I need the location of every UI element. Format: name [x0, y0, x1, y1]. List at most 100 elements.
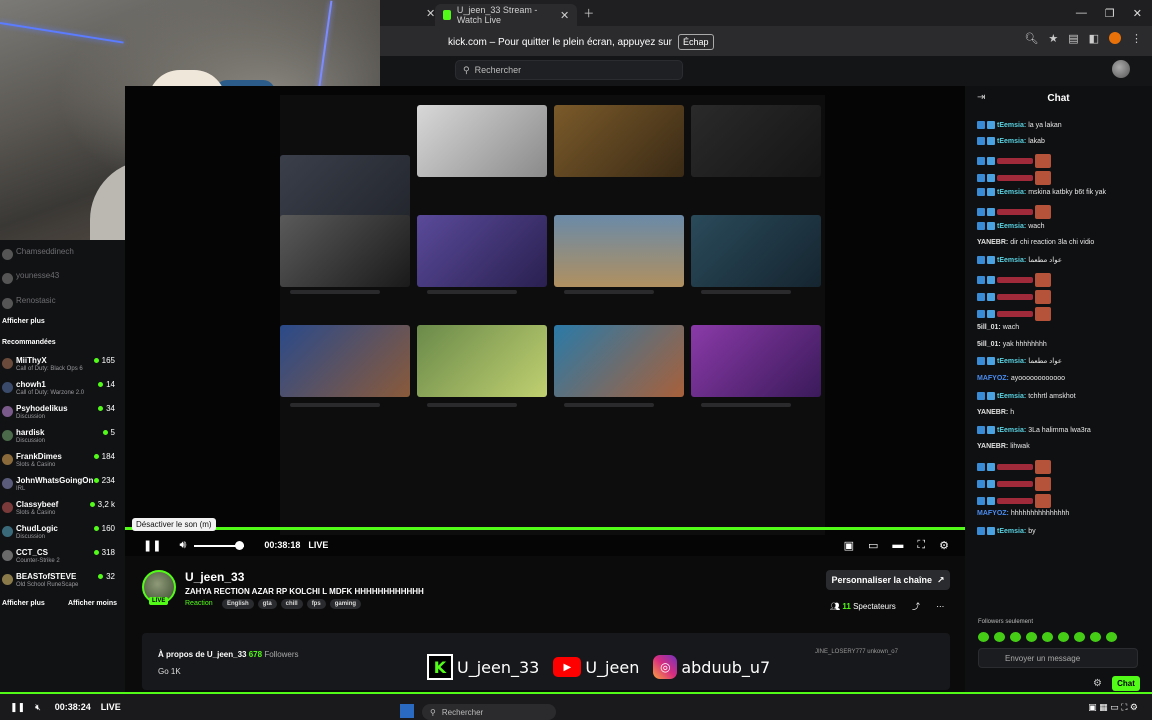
- emote-icon[interactable]: [1010, 632, 1021, 642]
- emote-icon[interactable]: [1058, 632, 1069, 642]
- taskbar-live[interactable]: LIVE: [101, 702, 121, 712]
- chat-message[interactable]: YANEBR: dir chi reaction 3la chi vidio: [977, 239, 1094, 246]
- mute-icon[interactable]: 🔇︎: [35, 702, 41, 713]
- customize-channel-button[interactable]: Personnaliser la chaîne ↗: [826, 570, 950, 590]
- chat-emote-message[interactable]: [977, 290, 1051, 304]
- chat-username[interactable]: tEemsia:: [997, 257, 1026, 264]
- close-icon[interactable]: ✕: [560, 9, 569, 22]
- sidebar-followed-item[interactable]: younesse43: [2, 269, 123, 291]
- browser-tab-active[interactable]: U_jeen_33 Stream - Watch Live ✕: [435, 4, 578, 26]
- chat-username[interactable]: tEemsia:: [997, 138, 1026, 145]
- new-tab-icon[interactable]: ＋: [583, 5, 594, 21]
- sidebar-recommended-item[interactable]: hardisk Discussion 5: [2, 426, 123, 448]
- user-avatar[interactable]: [1112, 60, 1130, 78]
- chat-message[interactable]: MAFYOZ: hhhhhhhhhhhhhhh: [977, 510, 1069, 517]
- emote-icon[interactable]: [1026, 632, 1037, 642]
- puzzle-icon[interactable]: ◧: [1089, 32, 1099, 45]
- profile-avatar-icon[interactable]: [1109, 32, 1121, 44]
- chat-message[interactable]: MAFYOZ: ayoooooooooooo: [977, 375, 1065, 382]
- sidebar-recommended-item[interactable]: BEASTofSTEVE Old School RuneScape 32: [2, 570, 123, 592]
- chat-username[interactable]: tEemsia:: [997, 122, 1026, 129]
- chat-message-input[interactable]: Envoyer un message: [978, 648, 1138, 668]
- chat-message[interactable]: tEemsia: by: [977, 527, 1036, 535]
- chat-message[interactable]: tEemsia: عواد مطعما: [977, 256, 1062, 264]
- chat-username[interactable]: MAFYOZ:: [977, 375, 1009, 382]
- chat-emote-message[interactable]: [977, 477, 1051, 491]
- chat-message[interactable]: YANEBR: h: [977, 409, 1014, 416]
- extensions-icon[interactable]: ▤: [1068, 32, 1078, 45]
- chat-message[interactable]: YANEBR: lihwak: [977, 443, 1030, 450]
- volume-icon[interactable]: 🔊︎: [179, 539, 186, 552]
- chat-message[interactable]: tEemsia: tchhrtl amskhot: [977, 392, 1076, 400]
- chat-message[interactable]: tEemsia: mskina katbky b6t fik yak: [977, 188, 1106, 196]
- emote-icon[interactable]: [1090, 632, 1101, 642]
- show-less-link[interactable]: Afficher moins: [68, 600, 117, 607]
- sidebar-recommended-item[interactable]: chowh1 Call of Duty: Warzone 2.0 14: [2, 378, 123, 400]
- sidebar-recommended-item[interactable]: Psyhodelikus Discussion 34: [2, 402, 123, 424]
- show-more-link[interactable]: Afficher plus: [2, 600, 45, 607]
- menu-dots-icon[interactable]: ⋮: [1131, 32, 1142, 45]
- windows-start-icon[interactable]: [400, 704, 414, 718]
- chat-emote-message[interactable]: [977, 307, 1051, 321]
- chat-username[interactable]: YANEBR:: [977, 409, 1008, 416]
- settings-gear-icon[interactable]: ⚙: [939, 539, 949, 552]
- chat-emote-message[interactable]: [977, 205, 1051, 219]
- chat-username[interactable]: tEemsia:: [997, 427, 1026, 434]
- theater-mode-icon[interactable]: ▭: [868, 539, 878, 552]
- chat-username[interactable]: tEemsia:: [997, 528, 1026, 535]
- sidebar-followed-item[interactable]: Renostasic: [2, 294, 123, 316]
- chat-username[interactable]: tEemsia:: [997, 223, 1026, 230]
- sidebar-recommended-item[interactable]: Classybeef Slots & Casino 3,2 k: [2, 498, 123, 520]
- zoom-icon[interactable]: 🔍︎: [1024, 32, 1038, 45]
- emote-icon[interactable]: [1106, 632, 1117, 642]
- search-input[interactable]: ⚲ Rechercher: [455, 60, 683, 80]
- fullscreen-icon[interactable]: ⛶: [917, 539, 925, 552]
- chat-message[interactable]: tEemsia: la ya lakan: [977, 121, 1062, 129]
- chat-username[interactable]: tEemsia:: [997, 189, 1026, 196]
- bookmark-star-icon[interactable]: ★: [1048, 32, 1058, 45]
- emote-icon[interactable]: [978, 632, 989, 642]
- chat-username[interactable]: YANEBR:: [977, 239, 1008, 246]
- window-close-icon[interactable]: ✕: [1133, 7, 1142, 20]
- chat-username[interactable]: 5ill_01:: [977, 324, 1001, 331]
- chat-settings-icon[interactable]: ⚙: [1093, 678, 1102, 689]
- close-tab-icon[interactable]: ✕: [426, 7, 435, 20]
- chat-emote-message[interactable]: [977, 171, 1051, 185]
- chat-message[interactable]: tEemsia: lakab: [977, 137, 1045, 145]
- sidebar-recommended-item[interactable]: JohnWhatsGoingOn IRL 234: [2, 474, 123, 496]
- minimize-icon[interactable]: —: [1076, 7, 1087, 20]
- chat-emote-message[interactable]: [977, 273, 1051, 287]
- volume-slider-handle[interactable]: [235, 541, 244, 550]
- chat-message[interactable]: 5ill_01: yak hhhhhhhh: [977, 341, 1047, 348]
- sidebar-recommended-item[interactable]: MiiThyX Call of Duty: Black Ops 6 165: [2, 354, 123, 376]
- chat-emote-message[interactable]: [977, 494, 1051, 508]
- chat-emote-message[interactable]: [977, 460, 1051, 474]
- tag[interactable]: English: [222, 599, 254, 609]
- pause-icon[interactable]: ❚❚: [143, 539, 161, 552]
- chat-username[interactable]: MAFYOZ:: [977, 510, 1009, 517]
- more-options-icon[interactable]: ⋯: [936, 602, 944, 611]
- sidebar-recommended-item[interactable]: FrankDimes Slots & Casino 184: [2, 450, 123, 472]
- channel-name[interactable]: U_jeen_33: [185, 570, 244, 584]
- pause-icon[interactable]: ❚❚: [10, 702, 25, 713]
- clip-icon[interactable]: ▣: [844, 539, 854, 552]
- about-social-links[interactable]: JINE_LOSERY777 unkown_o7: [815, 649, 898, 655]
- tag[interactable]: fps: [306, 599, 326, 609]
- chat-message[interactable]: tEemsia: عواد مطعما: [977, 357, 1062, 365]
- chat-username[interactable]: 5ill_01:: [977, 341, 1001, 348]
- taskbar-search-input[interactable]: ⚲ Rechercher: [422, 704, 556, 720]
- stream-progress-bar[interactable]: [125, 527, 965, 530]
- chat-username[interactable]: tEemsia:: [997, 393, 1026, 400]
- chat-message[interactable]: 5ill_01: wach: [977, 324, 1019, 331]
- mini-player-icon[interactable]: ▬: [892, 539, 903, 551]
- tag[interactable]: gaming: [329, 599, 362, 609]
- emote-icon[interactable]: [1074, 632, 1085, 642]
- chat-emote-message[interactable]: [977, 154, 1051, 168]
- chat-username[interactable]: YANEBR:: [977, 443, 1008, 450]
- collapse-chat-icon[interactable]: ⇥: [977, 92, 985, 103]
- restore-icon[interactable]: ❐: [1105, 7, 1115, 20]
- emote-icon[interactable]: [1042, 632, 1053, 642]
- chat-message[interactable]: tEemsia: 3La halimma lwa3ra: [977, 426, 1091, 434]
- sidebar-followed-item[interactable]: Chamseddinech: [2, 245, 123, 267]
- show-more-link[interactable]: Afficher plus: [2, 318, 45, 325]
